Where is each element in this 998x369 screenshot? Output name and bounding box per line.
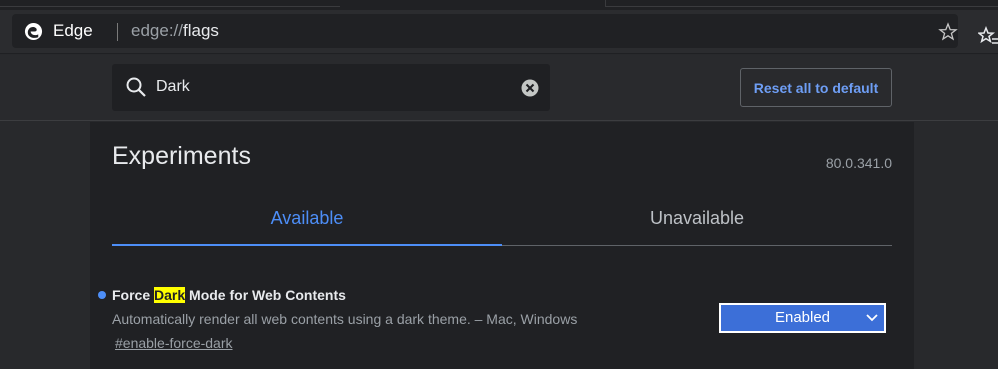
reset-all-button[interactable]: Reset all to default [740,68,892,107]
flags-header: Reset all to default [0,55,998,121]
url-separator [117,23,118,41]
tab-available[interactable]: Available [112,200,502,246]
browser-toolbar: Edge edge://flags [0,10,998,54]
experiment-state-value: Enabled [774,309,831,326]
search-box[interactable] [112,64,550,111]
version-label: 80.0.341.0 [825,155,892,171]
experiments-panel: Experiments 80.0.341.0 Available Unavail… [90,122,914,369]
site-name: Edge [53,21,93,40]
url-path: flags [183,21,219,40]
url-prefix: edge:// [131,21,183,40]
experiment-item: Force Dark Mode for Web Contents Automat… [90,282,914,362]
tab-strip [0,0,998,10]
favorites-icon[interactable] [978,26,998,48]
page-title: Experiments [112,142,251,170]
tab-edge-hint-2[interactable] [605,0,998,7]
search-icon [126,77,146,97]
experiment-permalink[interactable]: #enable-force-dark [115,335,233,351]
chevron-down-icon [866,314,878,322]
experiment-title: Force Dark Mode for Web Contents [112,287,346,303]
search-input[interactable] [154,72,504,102]
experiment-description: Automatically render all web contents us… [112,311,578,327]
tab-edge-hint[interactable] [0,0,340,7]
url-text[interactable]: edge://flags [131,21,219,41]
tab-unavailable[interactable]: Unavailable [502,200,892,246]
search-match-highlight: Dark [154,287,186,303]
experiment-state-select[interactable]: Enabled [719,303,886,333]
edge-logo-icon [24,22,43,41]
enabled-indicator-dot [98,291,106,299]
address-bar[interactable]: Edge edge://flags [12,14,958,48]
clear-icon[interactable] [521,79,539,97]
tab-bar: Available Unavailable [112,200,892,246]
experiment-title-start: Force [112,287,155,303]
experiment-title-end: Mode for Web Contents [185,287,346,303]
star-icon[interactable] [938,22,958,42]
